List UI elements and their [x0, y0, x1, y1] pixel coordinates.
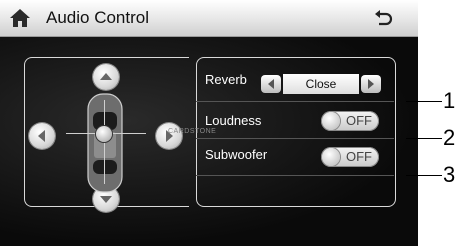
- chevron-left-icon: [38, 130, 45, 142]
- reverb-next-button[interactable]: [361, 75, 381, 93]
- reverb-label: Reverb: [205, 72, 247, 87]
- car-top-view-icon: [87, 93, 123, 193]
- reverb-value: Close: [283, 74, 359, 94]
- back-arrow-icon[interactable]: [372, 8, 394, 28]
- balance-left-button[interactable]: [29, 123, 55, 149]
- loudness-toggle[interactable]: OFF: [321, 111, 379, 131]
- chevron-right-icon: [166, 130, 173, 142]
- reverb-prev-button[interactable]: [261, 75, 281, 93]
- triangle-right-icon: [368, 79, 374, 89]
- callout-number-1: 1: [443, 88, 456, 113]
- callout-number-3: 3: [443, 162, 456, 187]
- fader-up-button[interactable]: [93, 64, 119, 90]
- fader-axis-vertical: [104, 100, 105, 184]
- page-title: Audio Control: [46, 8, 150, 27]
- audio-control-screen: Audio Control CARDSTONE Reverb Close Lou…: [0, 0, 418, 246]
- subwoofer-toggle[interactable]: OFF: [321, 147, 379, 167]
- callout-line-2: [406, 138, 442, 139]
- divider: [196, 101, 394, 102]
- triangle-left-icon: [268, 79, 274, 89]
- callout-line-1: [406, 101, 442, 102]
- callout-line-3: [406, 175, 442, 176]
- subwoofer-label: Subwoofer: [205, 147, 268, 162]
- callout-number-2: 2: [443, 125, 456, 150]
- toggle-knob: [322, 148, 340, 166]
- divider: [196, 138, 394, 139]
- title-bar: Audio Control: [0, 0, 418, 37]
- balance-position-handle[interactable]: [96, 126, 112, 142]
- toggle-knob: [322, 112, 340, 130]
- watermark: CARDSTONE: [168, 128, 217, 135]
- loudness-state: OFF: [346, 113, 372, 128]
- balance-right-button[interactable]: [156, 123, 182, 149]
- loudness-label: Loudness: [205, 113, 262, 128]
- home-icon[interactable]: [8, 7, 32, 29]
- chevron-up-icon: [100, 73, 112, 80]
- divider: [196, 175, 394, 176]
- subwoofer-state: OFF: [346, 149, 372, 164]
